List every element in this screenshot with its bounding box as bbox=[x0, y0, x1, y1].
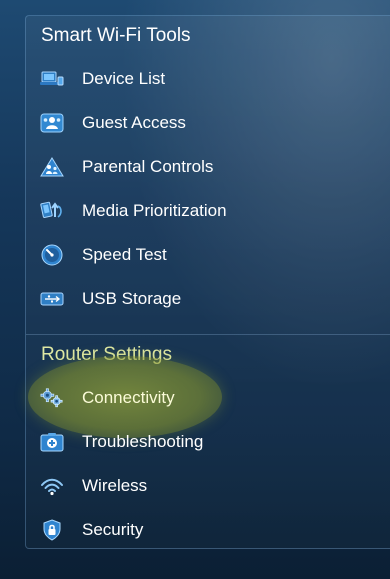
menu-item-speed-test[interactable]: Speed Test bbox=[27, 235, 389, 275]
troubleshooting-icon bbox=[40, 431, 64, 453]
gear-icon bbox=[40, 387, 64, 409]
speed-test-icon bbox=[40, 244, 64, 266]
menu-item-label: Connectivity bbox=[82, 388, 175, 407]
menu-item-troubleshooting[interactable]: Troubleshooting bbox=[27, 422, 389, 462]
menu-item-media-prioritization[interactable]: Media Prioritization bbox=[27, 191, 389, 231]
menu-item-label: Speed Test bbox=[82, 245, 167, 264]
menu-item-guest-access[interactable]: Guest Access bbox=[27, 103, 389, 143]
menu-item-parental-controls[interactable]: Parental Controls bbox=[27, 147, 389, 187]
device-list-icon bbox=[40, 68, 64, 90]
wireless-icon bbox=[40, 475, 64, 497]
menu-item-label: Wireless bbox=[82, 476, 148, 495]
menu-item-device-list[interactable]: Device List bbox=[27, 59, 389, 99]
menu-item-label: Troubleshooting bbox=[82, 432, 204, 451]
navigation-panel: Smart Wi-Fi Tools Device List Guest Acce… bbox=[25, 15, 390, 549]
smart-wifi-page: Smart Wi-Fi Tools Device List Guest Acce… bbox=[0, 0, 390, 579]
shield-icon bbox=[40, 519, 64, 541]
smart-wifi-tools-heading: Smart Wi-Fi Tools bbox=[41, 25, 191, 46]
section-divider bbox=[26, 334, 390, 335]
menu-item-wireless[interactable]: Wireless bbox=[27, 466, 389, 506]
menu-item-label: Media Prioritization bbox=[82, 201, 227, 220]
menu-item-label: Parental Controls bbox=[82, 157, 214, 176]
menu-item-label: Guest Access bbox=[82, 113, 186, 132]
menu-item-label: Device List bbox=[82, 69, 166, 88]
menu-item-security[interactable]: Security bbox=[27, 510, 389, 550]
menu-item-usb-storage[interactable]: USB Storage bbox=[27, 279, 389, 319]
usb-storage-icon bbox=[40, 288, 64, 310]
menu-item-label: USB Storage bbox=[82, 289, 182, 308]
menu-item-label: Security bbox=[82, 520, 144, 539]
menu-item-connectivity[interactable]: Connectivity bbox=[27, 378, 389, 418]
media-prioritization-icon bbox=[40, 200, 64, 222]
parental-controls-icon bbox=[40, 156, 64, 178]
guest-access-icon bbox=[40, 112, 64, 134]
